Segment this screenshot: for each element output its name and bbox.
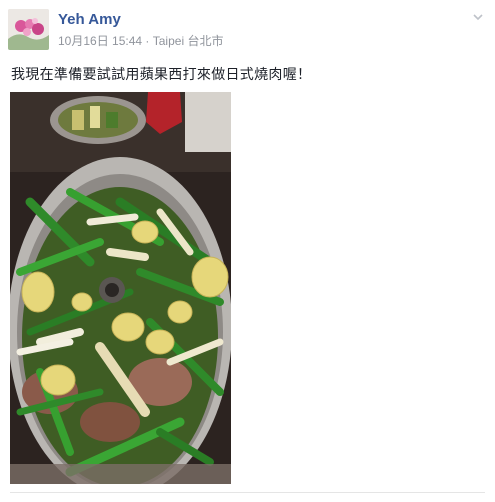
chevron-down-icon[interactable] [471, 10, 485, 24]
post-location[interactable]: Taipei 台北市 [153, 34, 224, 48]
avatar-image [8, 9, 49, 50]
meta-separator: · [145, 34, 150, 48]
post-meta: 10月16日 15:44 · Taipei 台北市 [58, 32, 223, 49]
post-timestamp[interactable]: 10月16日 15:44 [58, 34, 142, 48]
post-divider [10, 492, 485, 493]
post-card: Yeh Amy 10月16日 15:44 · Taipei 台北市 我現在準備要… [0, 0, 495, 502]
post-photo[interactable] [10, 92, 231, 484]
author-name[interactable]: Yeh Amy [58, 11, 121, 28]
author-avatar[interactable] [8, 9, 49, 50]
post-message: 我現在準備要試試用蘋果西打來做日式燒肉喔！ [11, 66, 312, 82]
food-photo-image [10, 92, 231, 484]
